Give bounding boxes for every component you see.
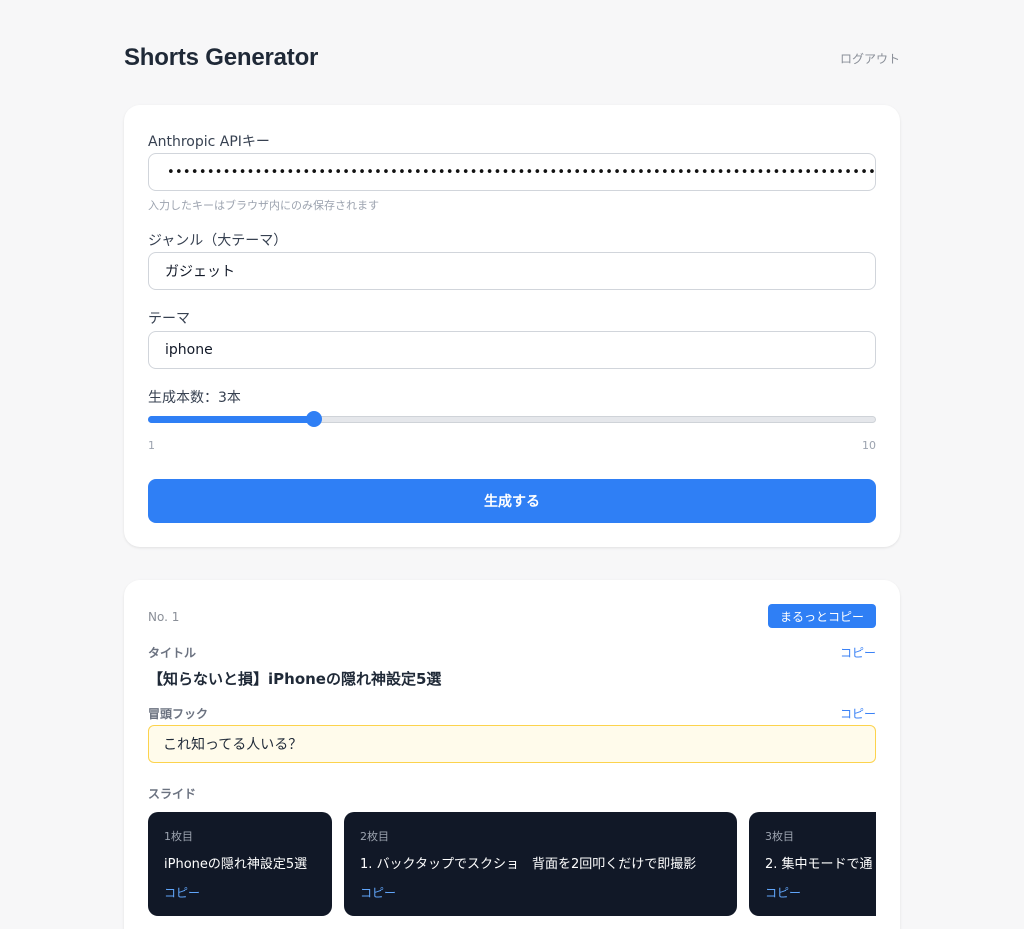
result-card: No. 1 まるっとコピー タイトル コピー 【知らないと損】iPhoneの隠れ… (124, 580, 900, 929)
hook-label: 冒頭フック (148, 707, 209, 721)
slide-card: 3枚目 2. 集中モードで通 コピー (749, 812, 876, 916)
slider-max-label: 10 (862, 439, 876, 452)
slides-label: スライド (148, 787, 197, 801)
slides-carousel[interactable]: 1枚目 iPhoneの隠れ神設定5選 コピー 2枚目 1. バックタップでスクシ… (148, 812, 876, 917)
api-key-hint: 入力したキーはブラウザ内にのみ保存されます (148, 199, 379, 212)
api-key-label: Anthropic APIキー (148, 134, 270, 150)
hook-box: これ知ってる人いる？ (148, 725, 876, 763)
genre-label: ジャンル（大テーマ） (148, 233, 288, 249)
slide-number: 3枚目 (765, 830, 794, 843)
hook-copy-link[interactable]: コピー (840, 705, 876, 722)
app-title: Shorts Generator (124, 44, 319, 71)
slide-copy-link[interactable]: コピー (765, 884, 801, 901)
slide-card: 2枚目 1. バックタップでスクショ 背面を2回叩くだけで即撮影 コピー (344, 812, 737, 916)
slider-thumb[interactable] (306, 411, 323, 427)
result-number: No. 1 (148, 610, 180, 624)
slide-text: 1. バックタップでスクショ 背面を2回叩くだけで即撮影 (360, 857, 697, 872)
slide-text: iPhoneの隠れ神設定5選 (164, 857, 308, 872)
slider-fill (148, 416, 315, 423)
api-key-input[interactable]: ••••••••••••••••••••••••••••••••••••••••… (148, 153, 876, 191)
generator-form-card: Anthropic APIキー ••••••••••••••••••••••••… (124, 105, 900, 547)
slide-number: 2枚目 (360, 830, 389, 843)
header: Shorts Generator ログアウト (124, 42, 900, 74)
slide-copy-link[interactable]: コピー (360, 884, 396, 901)
result-title: 【知らないと損】iPhoneの隠れ神設定5選 (148, 670, 442, 688)
theme-input[interactable]: iphone (148, 331, 876, 369)
genre-input[interactable]: ガジェット (148, 252, 876, 290)
logout-link[interactable]: ログアウト (840, 50, 900, 67)
slider-min-label: 1 (148, 439, 155, 452)
page: Shorts Generator ログアウト Anthropic APIキー •… (0, 0, 1024, 929)
slide-number: 1枚目 (164, 830, 193, 843)
title-label: タイトル (148, 646, 197, 660)
count-slider[interactable] (148, 411, 876, 427)
slide-copy-link[interactable]: コピー (164, 884, 200, 901)
slide-text: 2. 集中モードで通 (765, 857, 873, 872)
title-copy-link[interactable]: コピー (840, 644, 876, 661)
count-label: 生成本数：3本 (148, 390, 241, 406)
theme-label: テーマ (148, 311, 190, 327)
slide-card: 1枚目 iPhoneの隠れ神設定5選 コピー (148, 812, 332, 916)
generate-button[interactable]: 生成する (148, 479, 876, 523)
copy-all-button[interactable]: まるっとコピー (767, 604, 876, 628)
